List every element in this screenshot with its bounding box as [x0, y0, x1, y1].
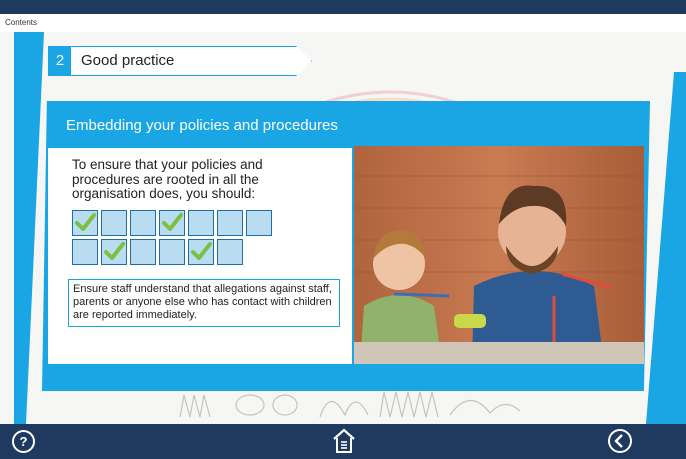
father-son-painting-photo — [354, 146, 644, 364]
home-icon — [333, 428, 355, 453]
grid-cell[interactable] — [72, 239, 98, 265]
home-button[interactable] — [332, 427, 356, 454]
grid-cell[interactable] — [101, 210, 127, 236]
grid-cell[interactable] — [217, 210, 243, 236]
answer-box[interactable]: Ensure staff understand that allegations… — [68, 279, 340, 327]
slide-stage: 2 Good practice Embedding your policies … — [0, 32, 686, 424]
contents-link[interactable]: Contents — [5, 18, 37, 27]
top-bar — [0, 0, 686, 14]
section-title: Good practice — [81, 52, 175, 69]
back-button[interactable] — [608, 429, 632, 453]
check-icon — [104, 242, 125, 260]
check-icon — [162, 213, 183, 231]
footer-bar: ? — [0, 424, 686, 457]
grid-cell-checked[interactable] — [72, 210, 98, 236]
grid-cell[interactable] — [188, 210, 214, 236]
grid-cell-checked[interactable] — [101, 239, 127, 265]
left-accent-band — [14, 32, 44, 424]
grid-cell-checked[interactable] — [159, 210, 185, 236]
grid-cell[interactable] — [246, 210, 272, 236]
text-panel: To ensure that your policies and procedu… — [48, 148, 352, 364]
right-accent-band — [646, 72, 686, 424]
grid-row — [72, 210, 272, 236]
contents-bar: Contents — [0, 14, 686, 33]
grid-cell-checked[interactable] — [188, 239, 214, 265]
check-icon — [191, 242, 212, 260]
grid-cell[interactable] — [130, 210, 156, 236]
help-button[interactable]: ? — [12, 430, 35, 453]
section-number: 2 — [49, 47, 71, 75]
grid-cell[interactable] — [217, 239, 243, 265]
progress-grid — [72, 210, 272, 268]
intro-text: To ensure that your policies and procedu… — [72, 157, 263, 201]
grid-row — [72, 239, 272, 265]
check-icon — [75, 213, 96, 231]
grid-cell[interactable] — [159, 239, 185, 265]
grid-cell[interactable] — [130, 239, 156, 265]
card-title: Embedding your policies and procedures — [66, 117, 338, 134]
back-arrow-icon — [614, 434, 623, 448]
section-header: 2 Good practice — [48, 46, 312, 76]
content-card: Embedding your policies and procedures T… — [42, 101, 650, 391]
